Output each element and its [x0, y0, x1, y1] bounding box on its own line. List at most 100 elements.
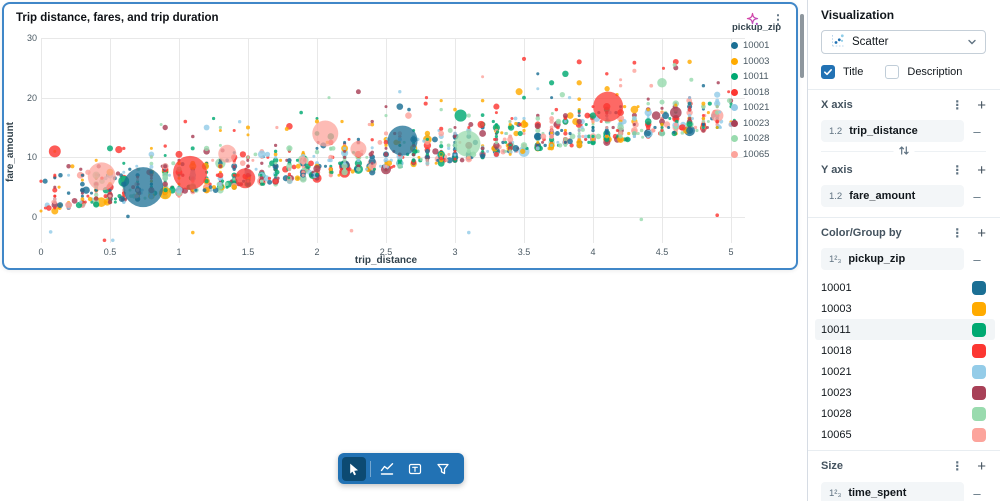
x-axis-title: trip_distance [354, 255, 418, 266]
legend-label: 10011 [743, 71, 769, 83]
title-checkbox-label: Title [843, 66, 864, 78]
y-axis-section-title: Y axis [821, 164, 853, 176]
filter-tool-funnel-icon[interactable] [431, 457, 455, 481]
legend-label: 10021 [743, 102, 770, 114]
color-assignment-row[interactable]: 10003 [815, 298, 995, 319]
description-checkbox-label: Description [907, 66, 963, 78]
color-assignment-row[interactable]: 10001 [815, 277, 995, 298]
x-tick-label: 5 [728, 247, 734, 257]
color-swatch[interactable] [972, 322, 986, 337]
chart-title: Trip distance, fares, and trip duration [16, 12, 219, 24]
x-axis-remove-minus-icon[interactable]: – [968, 124, 986, 139]
numeric-type-icon: 1.2 [829, 190, 843, 202]
color-assignment-row[interactable]: 10018 [815, 340, 995, 361]
color-value-label: 10018 [821, 344, 852, 357]
add-chart-tool-line-chart-icon[interactable] [375, 457, 399, 481]
y-axis-menu-kebab-icon[interactable]: ⋮ [951, 164, 963, 176]
color-group-section-header: Color/Group by ⋮ + [821, 225, 986, 241]
y-axis-field-pill[interactable]: 1.2 fare_amount [821, 185, 964, 207]
color-assignment-row[interactable]: 10023 [815, 382, 995, 403]
canvas-scrollbar[interactable] [800, 14, 804, 78]
legend-color-dot [731, 88, 738, 96]
size-add-plus-icon[interactable]: + [977, 459, 986, 474]
size-remove-minus-icon[interactable]: – [968, 486, 986, 501]
color-value-label: 10023 [821, 386, 852, 399]
y-tick-label: 10 [26, 152, 37, 163]
assistant-sparkle-icon[interactable] [742, 9, 762, 29]
section-divider [808, 89, 1000, 90]
dashboard-canvas: 0 0.5 1 1.5 2 2.5 3 3.5 4 4.5 5 0 10 20 30 trip_distan… [0, 0, 1000, 501]
color-group-menu-kebab-icon[interactable]: ⋮ [951, 227, 963, 239]
color-value-label: 10003 [821, 302, 852, 315]
color-assignment-row[interactable]: 10011 [815, 319, 995, 340]
color-swatch[interactable] [972, 343, 986, 358]
scatter-plot: 0 0.5 1 1.5 2 2.5 3 3.5 4 4.5 5 0 10 20 30 trip_distan… [4, 4, 796, 268]
legend-item[interactable]: 10011 [731, 69, 795, 85]
chart-widget[interactable]: 0 0.5 1 1.5 2 2.5 3 3.5 4 4.5 5 0 10 20 30 trip_distan… [2, 2, 798, 270]
size-menu-kebab-icon[interactable]: ⋮ [951, 460, 963, 472]
section-divider [808, 450, 1000, 451]
color-swatch[interactable] [972, 427, 986, 442]
color-group-field-row: 1²₃ pickup_zip – [821, 248, 986, 270]
legend-item[interactable]: 10001 [731, 38, 795, 54]
y-axis-remove-minus-icon[interactable]: – [968, 189, 986, 204]
color-group-remove-minus-icon[interactable]: – [968, 252, 986, 267]
legend-label: 10003 [743, 55, 770, 67]
color-assignment-row[interactable]: 10021 [815, 361, 995, 382]
legend-item[interactable]: 10065 [731, 147, 795, 163]
color-swatch[interactable] [972, 385, 986, 400]
legend-color-dot [731, 119, 738, 127]
color-value-label: 10001 [821, 281, 852, 294]
widget-menu-kebab-icon[interactable]: ⋮ [768, 9, 788, 29]
x-axis-add-plus-icon[interactable]: + [977, 98, 986, 113]
add-text-tool-text-box-icon[interactable] [403, 457, 427, 481]
legend-item[interactable]: 10023 [731, 116, 795, 132]
title-checkbox[interactable] [821, 65, 835, 79]
size-field-name: time_spent [848, 487, 907, 499]
visualization-panel: Visualization Scatter Title Description … [807, 0, 1000, 501]
chart-type-select[interactable]: Scatter [821, 30, 986, 54]
color-swatch[interactable] [972, 406, 986, 421]
color-group-add-plus-icon[interactable]: + [977, 226, 986, 241]
y-axis-add-plus-icon[interactable]: + [977, 163, 986, 178]
color-value-label: 10065 [821, 428, 852, 441]
legend-item[interactable]: 10018 [731, 85, 795, 101]
legend-color-dot [731, 57, 738, 65]
description-checkbox[interactable] [885, 65, 900, 79]
color-value-label: 10021 [821, 365, 852, 378]
x-axis-menu-kebab-icon[interactable]: ⋮ [951, 99, 963, 111]
y-axis-field-row: 1.2 fare_amount – [821, 185, 986, 207]
y-axis-section-header: Y axis ⋮ + [821, 162, 986, 178]
color-assignment-row[interactable]: 10065 [815, 424, 995, 445]
legend-color-dot [731, 42, 738, 50]
swap-axes-arrows-icon[interactable] [893, 145, 914, 158]
chart-type-value: Scatter [852, 36, 889, 48]
legend-items: 10001 10003 10011 10018 10021 10023 10028 10065 [731, 38, 795, 162]
size-field-pill[interactable]: 1²₃ time_spent [821, 482, 964, 501]
legend-item[interactable]: 10028 [731, 131, 795, 147]
legend-item[interactable]: 10021 [731, 100, 795, 116]
legend-label: 10028 [743, 133, 770, 145]
swap-axes-row [821, 145, 986, 158]
color-swatch[interactable] [972, 364, 986, 379]
y-tick-label: 30 [26, 33, 37, 43]
x-axis-field-pill[interactable]: 1.2 trip_distance [821, 120, 964, 142]
y-axis-field-name: fare_amount [849, 190, 916, 202]
legend-item[interactable]: 10003 [731, 54, 795, 70]
color-swatch[interactable] [972, 301, 986, 316]
color-swatch[interactable] [972, 280, 986, 295]
size-field-row: 1²₃ time_spent – [821, 482, 986, 501]
x-tick-label: 0.5 [103, 247, 117, 257]
x-axis-section-title: X axis [821, 99, 853, 111]
select-tool-cursor-icon[interactable] [342, 456, 366, 481]
scatter-plot-canvas[interactable] [4, 4, 796, 268]
section-divider [808, 217, 1000, 218]
x-tick-label: 1.5 [241, 247, 255, 257]
color-assignment-row[interactable]: 10028 [815, 403, 995, 424]
canvas-toolbar [338, 453, 464, 484]
numeric-type-icon: 1.2 [829, 125, 843, 137]
x-tick-label: 0 [38, 247, 44, 257]
scatter-type-icon [830, 33, 845, 51]
color-group-field-pill[interactable]: 1²₃ pickup_zip [821, 248, 964, 270]
color-assignment-list: 10001 10003 10011 10018 10021 10023 10028 10065 [815, 277, 995, 445]
